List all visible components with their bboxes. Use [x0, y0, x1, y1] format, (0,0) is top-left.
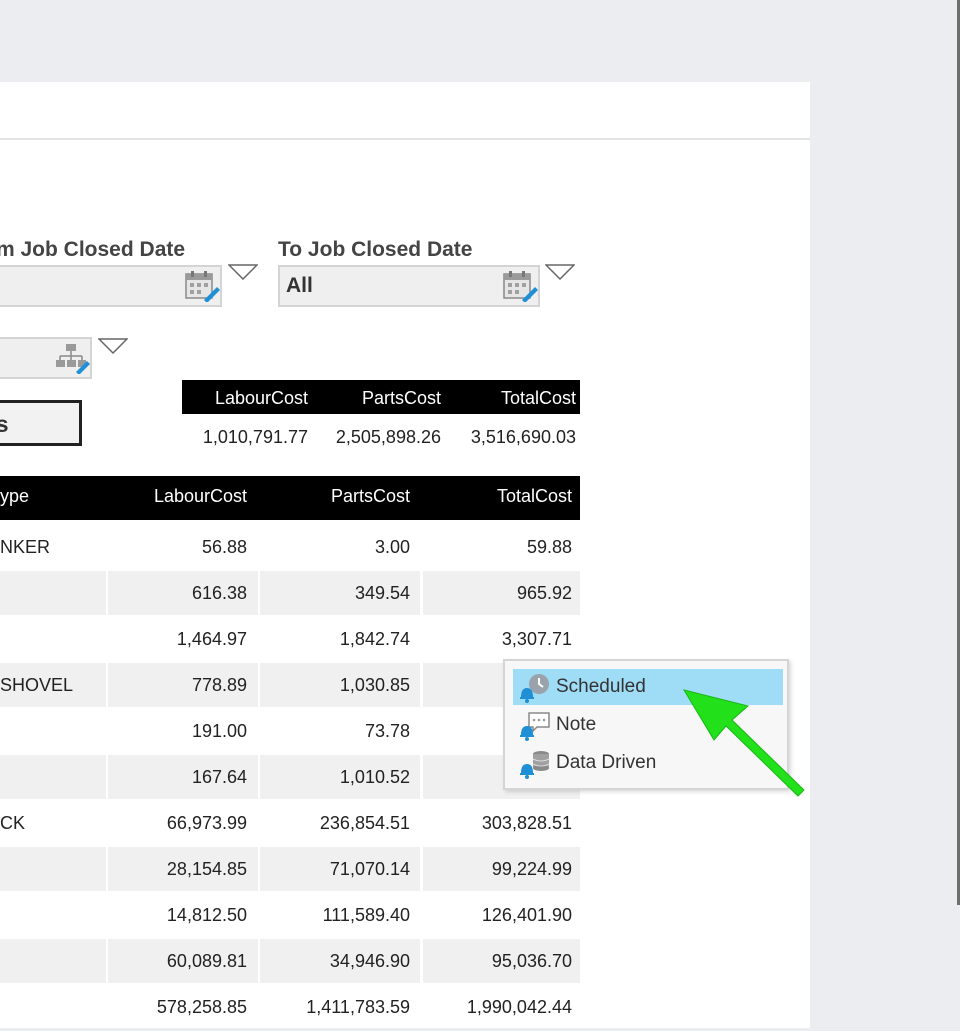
partscost-cell: 236,854.51 — [319, 813, 410, 833]
table-row: 167.641,010.521 — [0, 755, 580, 801]
table-row: 578,258.85 1,411,783.59 1,990,042.44 — [0, 985, 580, 1031]
menu-item-label: Data Driven — [556, 752, 657, 773]
labourcost-cell: 56.88 — [201, 537, 247, 557]
table-row: 28,154.85 71,070.14 99,224.99 — [0, 847, 580, 893]
table-row: 616.38 349.54 965.92 — [0, 571, 580, 617]
from-date-dropdown-icon[interactable] — [228, 264, 258, 280]
partscost-cell: 73.78 — [364, 721, 410, 741]
calendar-icon[interactable] — [502, 270, 538, 302]
type-cell: CK — [0, 813, 26, 833]
table-row: SHOVEL778.891,030.851 — [0, 663, 580, 709]
labourcost-cell: 616.38 — [191, 583, 247, 603]
totalcost-cell: 99,224.99 — [491, 859, 572, 879]
table-row: 191.00 73.78 — [0, 709, 580, 755]
summary-header-labourcost: LabourCost — [214, 388, 308, 408]
partscost-cell: 1,030.85 — [339, 675, 410, 695]
labourcost-cell: 66,973.99 — [166, 813, 247, 833]
page-header-divider — [0, 138, 810, 140]
table-row: 60,089.81 34,946.90 95,036.70 — [0, 939, 580, 985]
type-cell: NKER — [0, 537, 51, 557]
detail-header-partscost: PartsCost — [330, 486, 410, 506]
table-row: NKER 56.88 3.00 59.88 — [0, 525, 580, 571]
table-row: 1,464.97 1,842.74 3,307.71 — [0, 617, 580, 663]
labourcost-cell: 191.00 — [191, 721, 247, 741]
totalcost-cell: 126,401.90 — [481, 905, 572, 925]
summary-totalcost-value: 3,516,690.03 — [470, 427, 576, 447]
details-button[interactable]: ils — [0, 400, 82, 446]
partscost-cell: 34,946.90 — [329, 951, 410, 971]
detail-header-type: ype — [0, 486, 30, 506]
hierarchy-picker-icon[interactable] — [54, 342, 90, 374]
labourcost-cell: 1,464.97 — [176, 629, 247, 649]
partscost-cell: 1,411,783.59 — [306, 997, 410, 1017]
data-driven-subscription-icon — [520, 751, 550, 779]
row-shade — [0, 847, 106, 891]
detail-header-labourcost: LabourCost — [153, 486, 247, 506]
labourcost-cell: 14,812.50 — [166, 905, 247, 925]
summary-labourcost-value: 1,010,791.77 — [202, 427, 308, 447]
details-button-label: ils — [0, 411, 9, 437]
menu-item-label: Note — [556, 714, 597, 735]
partscost-cell: 349.54 — [354, 583, 410, 603]
totalcost-cell: 59.88 — [526, 537, 572, 557]
partscost-cell: 71,070.14 — [329, 859, 410, 879]
menu-item-label: Scheduled — [556, 676, 646, 697]
scheduled-subscription-icon — [520, 674, 549, 703]
labourcost-cell: 578,258.85 — [156, 997, 247, 1017]
row-shade — [0, 939, 106, 983]
partscost-cell: 1,010.52 — [339, 767, 410, 787]
type-cell: SHOVEL — [0, 675, 74, 695]
labourcost-cell: 60,089.81 — [166, 951, 247, 971]
table-row: 14,812.50 111,589.40 126,401.90 — [0, 893, 580, 939]
calendar-icon[interactable] — [184, 270, 220, 302]
labourcost-cell: 778.89 — [191, 675, 247, 695]
annotation-arrow-icon — [682, 689, 805, 797]
partscost-cell: 111,589.40 — [322, 905, 410, 925]
totalcost-cell: 3,307.71 — [501, 629, 572, 649]
labourcost-cell: 167.64 — [191, 767, 247, 787]
totalcost-cell: 303,828.51 — [481, 813, 572, 833]
table-row: CK 66,973.99 236,854.51 303,828.51 — [0, 801, 580, 847]
from-job-closed-date-label: m Job Closed Date — [0, 238, 186, 261]
labourcost-cell: 28,154.85 — [166, 859, 247, 879]
row-shade — [0, 571, 106, 615]
summary-partscost-value: 2,505,898.26 — [335, 427, 441, 447]
partscost-cell: 1,842.74 — [339, 629, 410, 649]
summary-header-partscost: PartsCost — [361, 388, 441, 408]
note-subscription-icon — [520, 712, 550, 741]
to-job-closed-date-label: To Job Closed Date — [278, 238, 473, 261]
to-job-closed-date-input[interactable]: All — [278, 265, 540, 307]
row-shade — [0, 755, 106, 799]
summary-header-totalcost: TotalCost — [500, 388, 576, 408]
detail-header-totalcost: TotalCost — [496, 486, 572, 506]
to-date-dropdown-icon[interactable] — [545, 264, 575, 280]
totalcost-cell: 95,036.70 — [491, 951, 572, 971]
totalcost-cell: 1,990,042.44 — [466, 997, 572, 1017]
partscost-cell: 3.00 — [374, 537, 410, 557]
hierarchy-dropdown-icon[interactable] — [98, 338, 128, 354]
totalcost-cell: 965.92 — [516, 583, 572, 603]
